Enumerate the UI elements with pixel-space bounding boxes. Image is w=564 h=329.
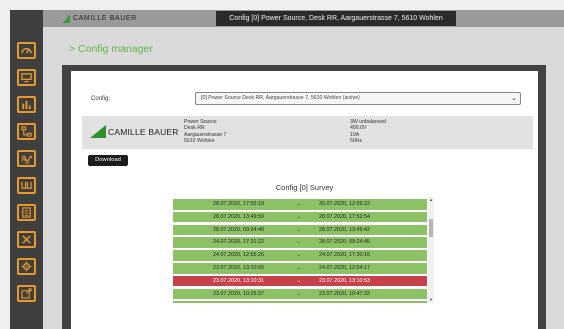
config-select-value: [0] Power Source Desk RR, Aargauerstrass…: [201, 95, 360, 101]
arrow-right-icon: →: [296, 290, 302, 297]
harmonics-icon[interactable]: [17, 150, 36, 167]
document-icon[interactable]: [17, 204, 36, 221]
survey-row-start: 28.07.2020, 17:55:19: [213, 201, 264, 207]
survey-row-end: 23.07.2020, 10:25:21: [319, 301, 370, 303]
scroll-thumb[interactable]: [429, 219, 433, 237]
survey-row[interactable]: 24.07.2020, 17:31:22 → 28.07.2020, 09:24:4…: [173, 237, 427, 248]
config-label: Config:: [91, 96, 111, 102]
arrow-right-icon: →: [296, 239, 302, 246]
survey-row-end: 30.07.2020, 12:59:22: [319, 201, 370, 207]
app-frame: CAMILLE BAUER Config [0] Power Source, D…: [0, 0, 564, 329]
tech-line: 50Hz: [350, 137, 363, 144]
config-panel: Config: [0] Power Source Desk RR, Aargau…: [71, 71, 538, 329]
device-brand-name: CAMILLE BAUER: [108, 126, 179, 137]
page-title: > Config manager: [69, 43, 153, 55]
config-panel-frame: Config: [0] Power Source Desk RR, Aargau…: [62, 65, 546, 329]
arrow-right-icon: →: [296, 213, 302, 220]
survey-row-end: 28.07.2020, 13:49:42: [319, 226, 370, 233]
waveform-icon[interactable]: [17, 177, 36, 194]
arrow-right-icon: →: [296, 277, 302, 284]
download-button[interactable]: Download: [88, 155, 128, 166]
site-line: 5610 Wohlen: [184, 137, 215, 144]
survey-row-start: 23.07.2020, 10:25:37: [213, 290, 264, 297]
survey-row-end: 23.07.2020, 13:10:53: [319, 277, 370, 284]
tools-icon[interactable]: [17, 231, 36, 248]
survey-row-start: 24.07.2020, 17:31:22: [213, 239, 264, 246]
survey-row[interactable]: 23.07.2020, 13:10:31 → 23.07.2020, 13:10:5…: [173, 275, 427, 287]
chevron-down-icon: ⌄: [511, 95, 517, 102]
survey-row[interactable]: 28.07.2020, 09:24:48 → 28.07.2020, 13:49:4…: [173, 224, 427, 236]
network-icon[interactable]: [17, 123, 36, 140]
logo-triangle-icon: [63, 14, 70, 23]
survey-row[interactable]: 28.07.2020, 17:55:19 → 30.07.2020, 12:59:2…: [173, 199, 427, 210]
arrow-right-icon: →: [296, 301, 301, 303]
bar-chart-icon[interactable]: [17, 96, 36, 113]
top-bar: CAMILLE BAUER Config [0] Power Source, D…: [43, 10, 564, 27]
dashboard-icon[interactable]: [17, 42, 36, 59]
survey-row[interactable]: 24.07.2020, 12:55:26 → 24.07.2020, 17:30:1…: [173, 250, 427, 261]
sidebar: [10, 10, 43, 329]
survey-list[interactable]: 28.07.2020, 17:55:19 → 30.07.2020, 12:59:2…: [173, 197, 434, 303]
scroll-down-icon[interactable]: ▼: [428, 297, 434, 303]
survey-row-end: 28.07.2020, 09:24:45: [319, 239, 370, 246]
brand-name: CAMILLE BAUER: [73, 15, 137, 22]
survey-row-end: 24.07.2020, 12:54:17: [319, 265, 370, 271]
survey-row-start: 24.07.2020, 12:55:26: [213, 252, 264, 259]
survey-row[interactable]: 28.07.2020, 13:49:50 → 28.07.2020, 17:52:5…: [173, 211, 427, 223]
settings-gear-icon[interactable]: [17, 258, 36, 275]
site-line: Aargauerstrasse 7: [184, 131, 227, 138]
survey-scrollbar[interactable]: ▲ ▼: [428, 197, 434, 303]
site-info: Power Source Desk RR Aargauerstrasse 7 5…: [184, 119, 226, 144]
config-select[interactable]: [0] Power Source Desk RR, Aargauerstrass…: [195, 92, 521, 105]
survey-row-end: 28.07.2020, 17:52:54: [319, 213, 370, 220]
survey-row-start: 28.07.2020, 09:24:48: [213, 226, 264, 233]
survey-row-start: 28.07.2020, 13:49:50: [213, 213, 264, 220]
display-icon[interactable]: [17, 69, 36, 86]
window-title: Config [0] Power Source, Desk RR, Aargau…: [216, 11, 456, 26]
survey-row-end: 24.07.2020, 17:30:16: [319, 252, 370, 259]
logo-triangle-icon: [90, 125, 106, 138]
technical-info: 3W unbalanced 400.0V 10A 50Hz: [350, 119, 386, 144]
survey-row-end: 23.07.2020, 10:47:32: [319, 290, 370, 297]
export-icon[interactable]: [17, 285, 36, 302]
scroll-up-icon[interactable]: ▲: [428, 197, 434, 203]
main-content: > Config manager Config: [0] Power Sourc…: [43, 27, 564, 329]
arrow-right-icon: →: [296, 265, 302, 271]
survey-row-start: 23.07.2020, 13:10:55: [213, 265, 264, 271]
survey-row[interactable]: 23.07.2020, 10:14:53 → 23.07.2020, 10:25:2…: [173, 301, 427, 303]
device-logo: CAMILLE BAUER: [90, 125, 179, 138]
arrow-right-icon: →: [296, 201, 302, 207]
brand-logo: CAMILLE BAUER: [63, 13, 137, 24]
survey-row[interactable]: 23.07.2020, 10:25:37 → 23.07.2020, 10:47:3…: [173, 288, 427, 300]
survey-row[interactable]: 23.07.2020, 13:10:55 → 24.07.2020, 12:54:1…: [173, 263, 427, 274]
survey-title: Config [0] Survey: [275, 183, 334, 192]
arrow-right-icon: →: [296, 226, 302, 233]
arrow-right-icon: →: [296, 252, 302, 259]
device-info-box: CAMILLE BAUER Power Source Desk RR Aarga…: [82, 116, 533, 149]
survey-row-start: 23.07.2020, 10:14:53: [213, 301, 264, 303]
survey-row-start: 23.07.2020, 13:10:31: [213, 277, 264, 284]
